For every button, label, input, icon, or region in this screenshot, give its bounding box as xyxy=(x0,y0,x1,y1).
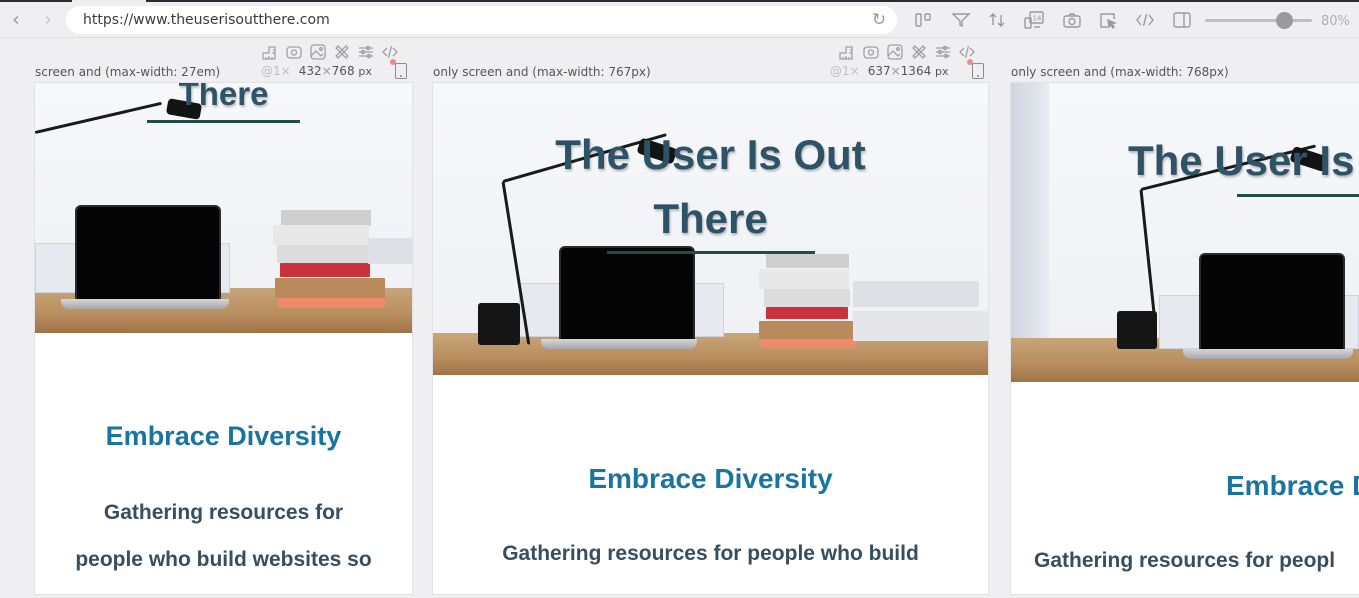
settings-sliders-icon[interactable] xyxy=(357,43,375,61)
device-scale: @1× xyxy=(261,64,291,78)
code-icon[interactable] xyxy=(381,43,399,61)
section-text-line: Gathering resources for xyxy=(103,501,344,524)
browser-toolbar: ‹ › https://www.theuserisoutthere.com ↻ … xyxy=(0,2,1359,38)
book xyxy=(277,245,369,263)
sidebar-panel-icon[interactable] xyxy=(1171,10,1193,30)
camera-icon[interactable] xyxy=(1061,10,1083,30)
hero-title: The User Is xyxy=(1128,137,1355,184)
image-icon[interactable] xyxy=(886,43,904,61)
media-query-label: screen and (max-width: 27em) xyxy=(35,65,221,79)
design-tools-icon[interactable] xyxy=(333,43,351,61)
frame-dimensions: @1× 637×1364 px xyxy=(830,64,949,78)
frame-toolbar xyxy=(838,43,976,61)
code-icon[interactable] xyxy=(958,43,976,61)
frame-dimensions: @1× 432×768 px xyxy=(261,64,372,78)
hero-title: There xyxy=(653,195,768,242)
book xyxy=(853,311,988,341)
media-query-label: only screen and (max-width: 768px) xyxy=(1011,65,1229,79)
hero-title: The User Is Out xyxy=(555,131,866,178)
book xyxy=(281,210,371,226)
frame-height[interactable]: 768 xyxy=(332,64,355,78)
frame-width[interactable]: 432 xyxy=(299,64,322,78)
section-text-line: people who build websites so xyxy=(75,548,372,571)
reload-icon[interactable]: ↻ xyxy=(869,10,889,30)
book xyxy=(766,254,849,268)
responsive-frame-1: There Embrace Diversity Gathering resour… xyxy=(35,83,412,594)
design-tools-icon[interactable] xyxy=(910,43,928,61)
book xyxy=(368,238,412,264)
hero-image: The User Is Out There xyxy=(433,83,988,375)
settings-sliders-icon[interactable] xyxy=(934,43,952,61)
book xyxy=(766,307,848,319)
image-icon[interactable] xyxy=(309,43,327,61)
filter-icon[interactable] xyxy=(950,10,972,30)
devices-icon[interactable]: 14 xyxy=(1023,10,1045,30)
lamp-base xyxy=(1117,311,1157,349)
frame-width[interactable]: 637 xyxy=(868,64,891,78)
laptop-base xyxy=(1183,349,1353,359)
section-title: Embrace D xyxy=(1226,470,1359,501)
dims-separator: × xyxy=(890,64,901,78)
ruler-icon[interactable] xyxy=(838,43,856,61)
sort-arrows-icon[interactable] xyxy=(986,10,1008,30)
device-scale: @1× xyxy=(830,64,860,78)
book xyxy=(764,289,850,307)
hero-title: There xyxy=(178,83,269,112)
laptop-base xyxy=(541,339,697,349)
device-phone-icon[interactable] xyxy=(972,63,984,79)
hero-underline xyxy=(1237,194,1359,197)
unit-label: px xyxy=(935,65,949,78)
book xyxy=(278,298,385,308)
columns-icon[interactable] xyxy=(913,10,935,30)
screenshot-icon[interactable] xyxy=(285,43,303,61)
section-text-line: Gathering resources for people who build xyxy=(502,542,919,565)
book xyxy=(280,263,370,277)
hero-underline xyxy=(607,251,815,254)
media-query-label: only screen and (max-width: 767px) xyxy=(433,65,651,79)
lamp-base xyxy=(478,303,520,345)
laptop xyxy=(75,205,221,301)
book xyxy=(759,269,849,289)
book xyxy=(761,339,856,348)
responsive-frame-2: The User Is Out There Embrace Diversity … xyxy=(433,83,988,594)
zoom-level: 80% xyxy=(1321,14,1350,29)
book xyxy=(275,278,385,298)
book xyxy=(853,281,979,307)
hero-image: There xyxy=(35,83,412,333)
url-text[interactable]: https://www.theuserisoutthere.com xyxy=(83,12,330,28)
unit-label: px xyxy=(358,65,372,78)
responsive-frame-3: The User Is Embrace D Gathering resource… xyxy=(1011,83,1359,594)
screenshot-icon[interactable] xyxy=(862,43,880,61)
forward-button[interactable]: › xyxy=(38,8,58,30)
dims-separator: × xyxy=(321,64,332,78)
zoom-slider-handle[interactable] xyxy=(1276,12,1293,29)
laptop xyxy=(559,246,695,342)
book xyxy=(273,225,369,245)
laptop-base xyxy=(61,299,229,309)
back-button[interactable]: ‹ xyxy=(6,8,26,30)
lamp-arm xyxy=(1139,189,1157,324)
svg-text:14: 14 xyxy=(1033,15,1042,23)
code-icon[interactable] xyxy=(1134,10,1156,30)
ruler-icon[interactable] xyxy=(261,43,279,61)
hero-underline xyxy=(147,120,300,123)
section-title: Embrace Diversity xyxy=(588,463,833,494)
address-bar[interactable]: https://www.theuserisoutthere.com ↻ xyxy=(66,6,897,34)
device-phone-icon[interactable] xyxy=(395,63,407,79)
frame-toolbar xyxy=(261,43,399,61)
laptop xyxy=(1199,253,1345,351)
frame-height[interactable]: 1364 xyxy=(901,64,932,78)
inspect-cursor-icon[interactable] xyxy=(1097,10,1119,30)
book xyxy=(759,321,859,339)
zoom-slider-track[interactable] xyxy=(1205,19,1312,22)
hero-image: The User Is xyxy=(1011,83,1359,382)
section-title: Embrace Diversity xyxy=(105,421,342,451)
section-text-line: Gathering resources for peopl xyxy=(1034,549,1336,572)
